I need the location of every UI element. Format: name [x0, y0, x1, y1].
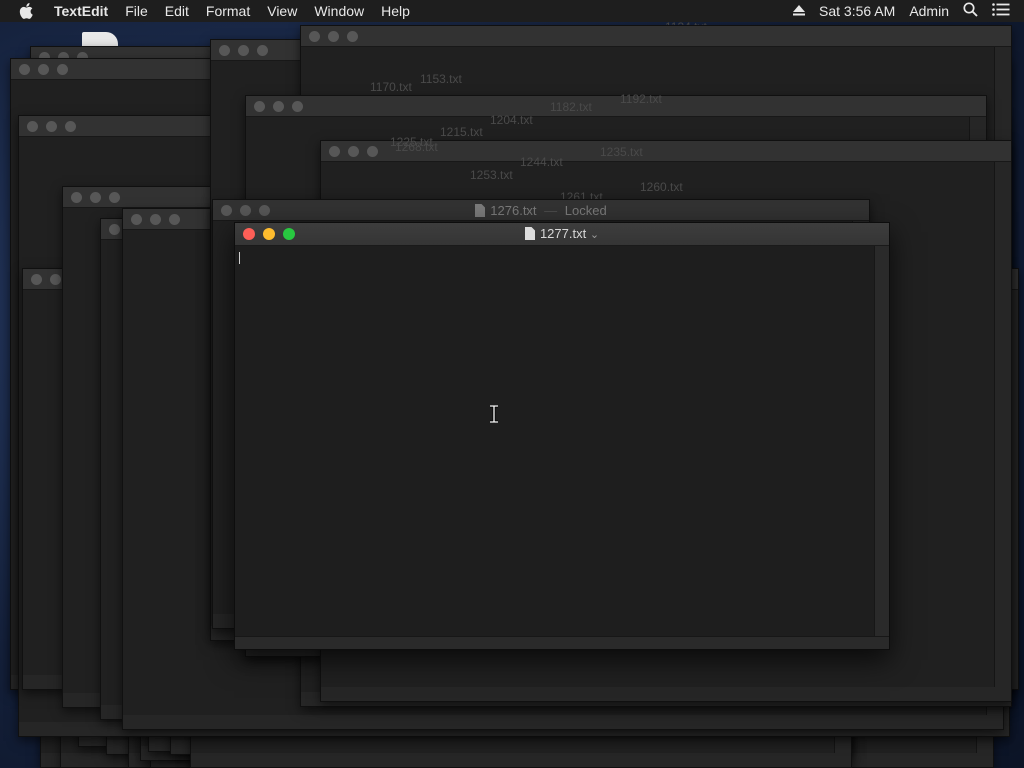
background-window-title: 1170.txt	[370, 80, 412, 94]
zoom-button[interactable]	[109, 192, 120, 203]
minimize-button[interactable]	[38, 64, 49, 75]
background-window-title: 1268.txt	[395, 140, 438, 154]
window-title: 1276.txt — Locked	[213, 203, 869, 218]
minimize-button[interactable]	[238, 45, 249, 56]
background-window-title: 1260.txt	[640, 180, 683, 194]
menu-bar: TextEdit File Edit Format View Window He…	[0, 0, 1024, 22]
title-chevron-icon[interactable]: ⌄	[590, 229, 599, 241]
close-button[interactable]	[309, 31, 320, 42]
close-button[interactable]	[27, 121, 38, 132]
window-title[interactable]: 1277.txt ⌄	[235, 226, 889, 241]
window-titlebar[interactable]	[301, 26, 1011, 47]
window-titlebar[interactable]: 1277.txt ⌄	[235, 223, 889, 246]
edit-menu[interactable]: Edit	[165, 0, 189, 22]
title-separator: —	[544, 203, 558, 218]
file-menu[interactable]: File	[125, 0, 148, 22]
window-titlebar[interactable]	[246, 96, 986, 117]
background-window-title: 1253.txt	[470, 168, 513, 182]
close-button[interactable]	[71, 192, 82, 203]
spotlight-search-icon[interactable]	[963, 2, 978, 20]
notification-center-icon[interactable]	[992, 3, 1010, 19]
apple-menu-icon[interactable]	[19, 2, 37, 20]
minimize-button[interactable]	[348, 146, 359, 157]
zoom-button[interactable]	[65, 121, 76, 132]
close-button[interactable]	[329, 146, 340, 157]
close-button[interactable]	[31, 274, 42, 285]
zoom-button[interactable]	[257, 45, 268, 56]
background-window-title: 1244.txt	[520, 155, 563, 169]
zoom-button[interactable]	[367, 146, 378, 157]
close-button[interactable]	[131, 214, 142, 225]
minimize-button[interactable]	[90, 192, 101, 203]
close-button[interactable]	[219, 45, 230, 56]
background-window-title: 1153.txt	[420, 72, 462, 86]
background-window-title: 1215.txt	[440, 125, 483, 139]
close-button[interactable]	[19, 64, 30, 75]
locked-status: Locked	[564, 203, 607, 218]
zoom-button[interactable]	[57, 64, 68, 75]
close-button[interactable]	[109, 224, 120, 235]
window-title-text: 1277.txt	[539, 226, 587, 241]
view-menu[interactable]: View	[267, 0, 297, 22]
document-text-area[interactable]	[235, 246, 875, 637]
minimize-button[interactable]	[273, 101, 284, 112]
window-title-text: 1276.txt	[490, 203, 537, 218]
minimize-button[interactable]	[46, 121, 57, 132]
app-name-menu[interactable]: TextEdit	[54, 3, 108, 19]
user-menu[interactable]: Admin	[909, 3, 949, 19]
background-window-title: 1192.txt	[620, 92, 662, 106]
document-icon	[475, 204, 486, 217]
format-menu[interactable]: Format	[206, 0, 250, 22]
window-menu[interactable]: Window	[314, 0, 364, 22]
minimize-button[interactable]	[328, 31, 339, 42]
window-titlebar[interactable]: 1276.txt — Locked	[213, 200, 869, 221]
window-1277[interactable]: 1277.txt ⌄	[234, 222, 890, 650]
text-caret	[239, 252, 240, 264]
close-button[interactable]	[254, 101, 265, 112]
minimize-button[interactable]	[50, 274, 61, 285]
desktop-file-icon[interactable]	[82, 32, 118, 46]
background-window-title: 1182.txt	[550, 100, 592, 114]
horizontal-scrollbar[interactable]	[235, 636, 889, 649]
minimize-button[interactable]	[150, 214, 161, 225]
help-menu[interactable]: Help	[381, 0, 410, 22]
eject-icon[interactable]	[793, 3, 806, 19]
zoom-button[interactable]	[347, 31, 358, 42]
menubar-clock[interactable]: Sat 3:56 AM	[819, 3, 895, 19]
background-window-title: 1204.txt	[490, 113, 533, 127]
vertical-scrollbar[interactable]	[874, 246, 889, 637]
document-icon	[524, 227, 535, 240]
ibeam-cursor-icon	[488, 404, 500, 428]
background-window-title: 1235.txt	[600, 145, 643, 159]
zoom-button[interactable]	[169, 214, 180, 225]
zoom-button[interactable]	[292, 101, 303, 112]
